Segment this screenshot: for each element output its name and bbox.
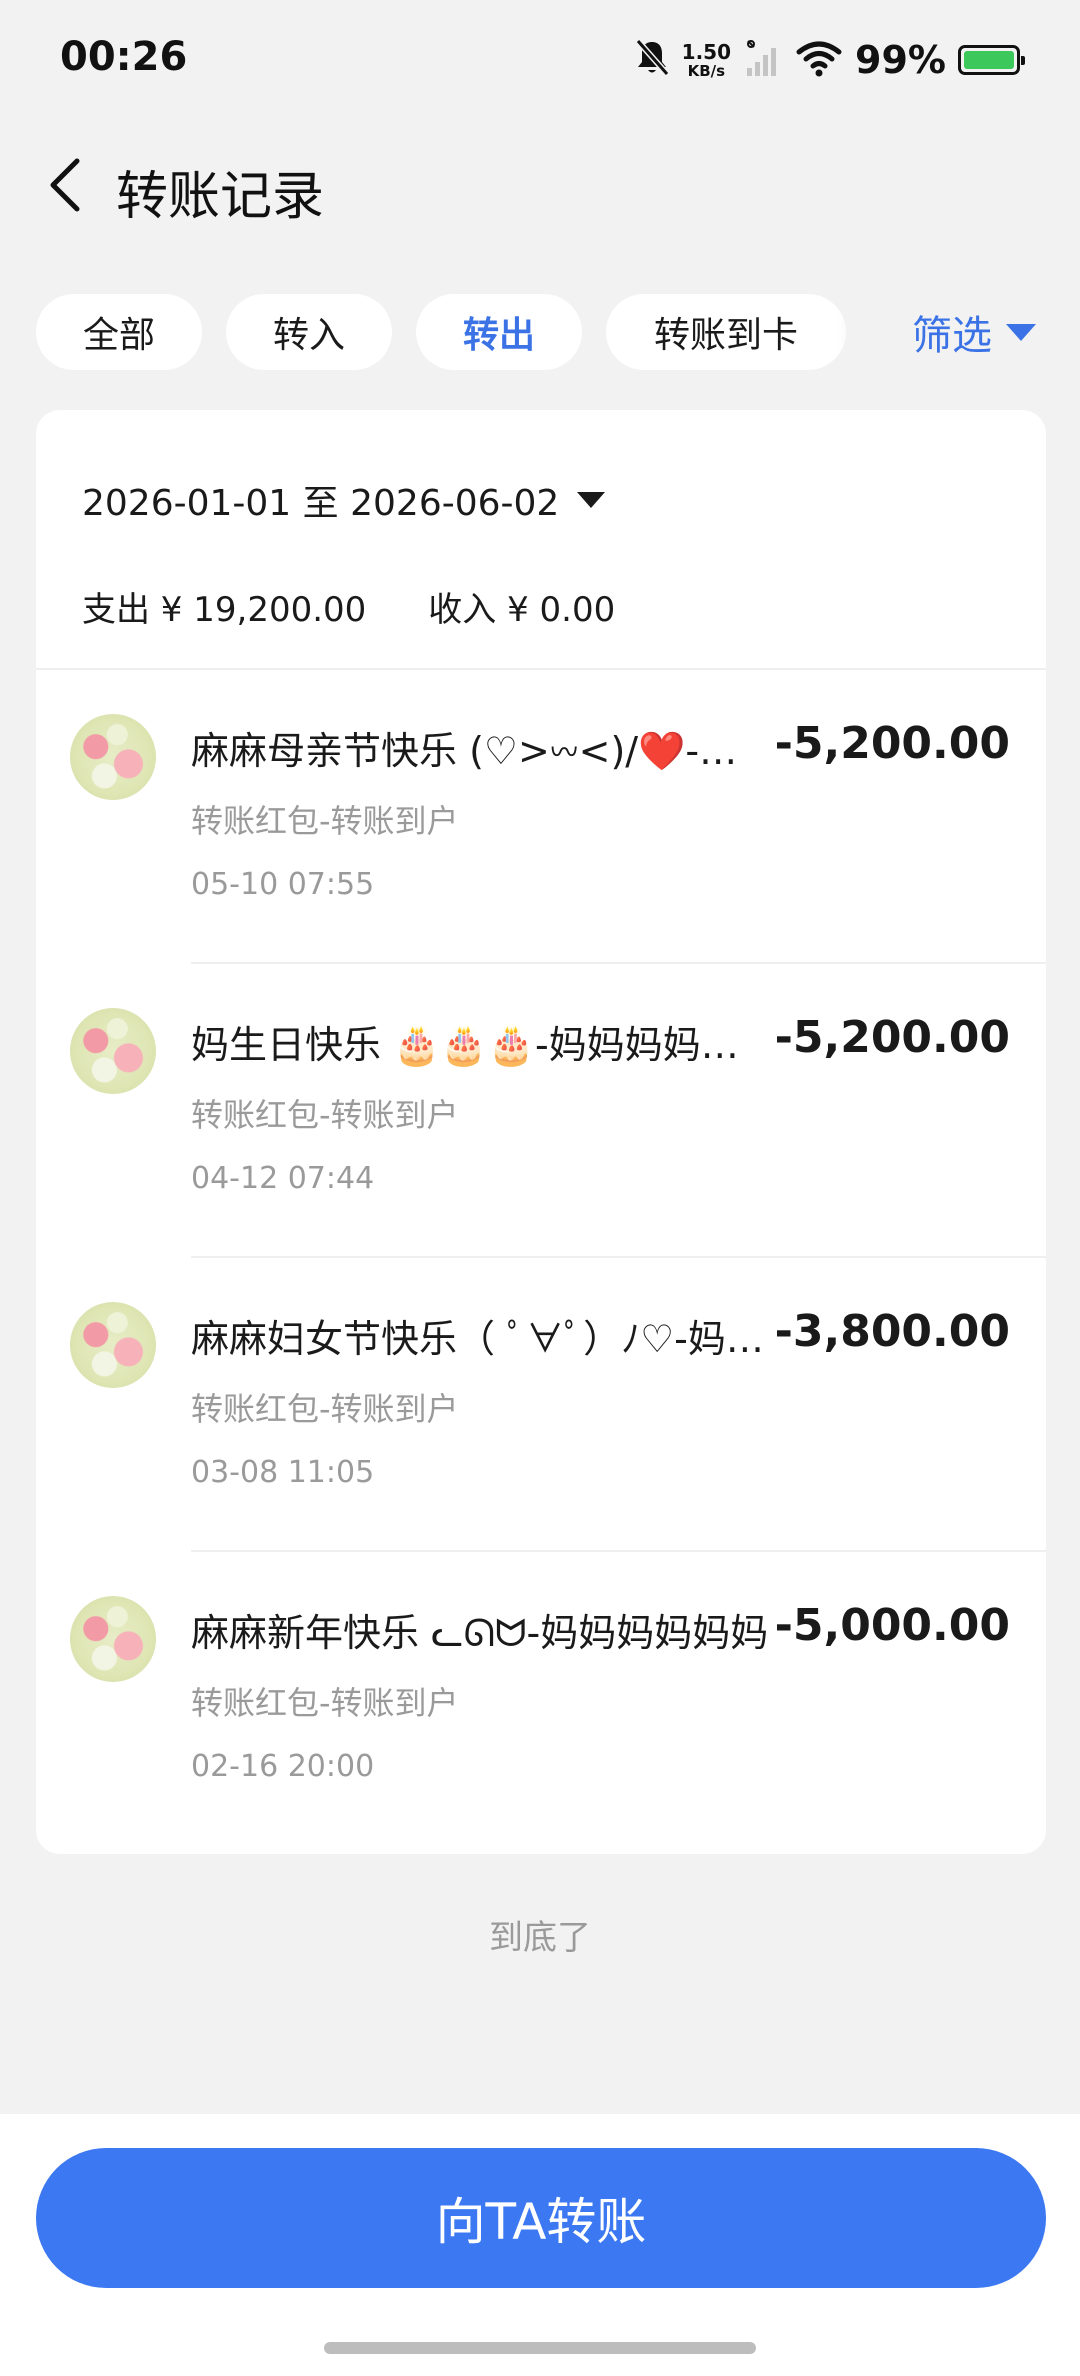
transaction-type: 转账红包-转账到户	[191, 1390, 459, 1428]
tab-outgoing[interactable]: 转出	[416, 294, 582, 370]
transaction-row[interactable]: 麻麻妇女节快乐（ ﾟ∀ﾟ）ﾉ♡-妈妈妈妈 -3,800.00 转账红包-转账到户…	[36, 1258, 1046, 1552]
bell-muted-icon	[634, 38, 670, 82]
transaction-row[interactable]: 麻麻新年快乐 ᓚᘏᗢ-妈妈妈妈妈妈 -5,000.00 转账红包-转账到户 02…	[36, 1552, 1046, 1846]
back-button[interactable]	[30, 150, 100, 220]
transaction-amount: -5,200.00	[774, 718, 1010, 769]
tab-to-card[interactable]: 转账到卡	[606, 294, 846, 370]
tab-all[interactable]: 全部	[36, 294, 202, 370]
transaction-time: 04-12 07:44	[191, 1161, 375, 1196]
transaction-type: 转账红包-转账到户	[191, 802, 459, 840]
transaction-time: 03-08 11:05	[191, 1455, 375, 1490]
battery-icon	[958, 45, 1025, 75]
transaction-row[interactable]: 妈生日快乐 🎂🎂🎂-妈妈妈妈妈妈 -5,200.00 转账红包-转账到户 04-…	[36, 964, 1046, 1258]
transfer-button[interactable]: 向TA转账	[36, 2148, 1046, 2288]
transaction-type: 转账红包-转账到户	[191, 1096, 459, 1134]
transaction-amount: -5,200.00	[774, 1012, 1010, 1063]
end-of-list-text: 到底了	[489, 1918, 591, 1958]
triangle-down-icon	[1006, 323, 1036, 341]
net-speed: 1.50 KB/s	[682, 42, 731, 79]
signal-icon	[743, 38, 783, 82]
date-range-text: 2026-01-01 至 2026-06-02	[82, 483, 560, 524]
avatar	[70, 1008, 156, 1094]
date-range-selector[interactable]: 2026-01-01 至 2026-06-02	[82, 474, 606, 526]
net-speed-value: 1.50	[681, 39, 732, 64]
filter-label: 筛选	[912, 313, 992, 359]
status-bar: 00:26 1.50 KB/s 99%	[0, 0, 1080, 120]
avatar	[70, 714, 156, 800]
filter-button[interactable]: 筛选	[836, 294, 1080, 370]
transaction-amount: -3,800.00	[774, 1306, 1010, 1357]
battery-percent: 99%	[855, 38, 946, 82]
income-total: 收入 ¥ 0.00	[428, 590, 616, 630]
transactions-card: 2026-01-01 至 2026-06-02 支出 ¥ 19,200.00 收…	[36, 410, 1046, 1854]
status-time: 00:26	[60, 34, 188, 80]
tab-incoming[interactable]: 转入	[226, 294, 392, 370]
chevron-left-icon	[50, 158, 80, 212]
transaction-title: 妈生日快乐 🎂🎂🎂-妈妈妈妈妈妈	[191, 1023, 771, 1067]
transaction-row[interactable]: 麻麻母亲节快乐 (♡>𖥦<)/❤️-妈妈妈妈 -5,200.00 转账红包-转账…	[36, 670, 1046, 964]
transaction-title: 麻麻妇女节快乐（ ﾟ∀ﾟ）ﾉ♡-妈妈妈妈	[191, 1317, 771, 1361]
transaction-amount: -5,000.00	[774, 1600, 1010, 1651]
avatar	[70, 1302, 156, 1388]
expense-total: 支出 ¥ 19,200.00	[82, 590, 367, 630]
transaction-time: 02-16 20:00	[191, 1749, 375, 1784]
transaction-type: 转账红包-转账到户	[191, 1684, 459, 1722]
summary: 支出 ¥ 19,200.00 收入 ¥ 0.00	[82, 582, 615, 631]
caret-down-icon	[577, 492, 606, 508]
avatar	[70, 1596, 156, 1682]
page-title: 转账记录	[116, 167, 325, 227]
header: 转账记录	[0, 130, 1080, 240]
transaction-title: 麻麻母亲节快乐 (♡>𖥦<)/❤️-妈妈妈妈	[191, 729, 771, 773]
wifi-icon	[795, 38, 843, 82]
status-icons: 1.50 KB/s 99%	[634, 30, 1025, 90]
net-speed-unit: KB/s	[687, 61, 726, 80]
home-indicator[interactable]	[324, 2342, 756, 2354]
transaction-time: 05-10 07:55	[191, 867, 375, 902]
transaction-title: 麻麻新年快乐 ᓚᘏᗢ-妈妈妈妈妈妈	[191, 1611, 769, 1655]
bottom-bar: 向TA转账	[0, 2114, 1080, 2376]
battery-fill	[964, 51, 1014, 69]
